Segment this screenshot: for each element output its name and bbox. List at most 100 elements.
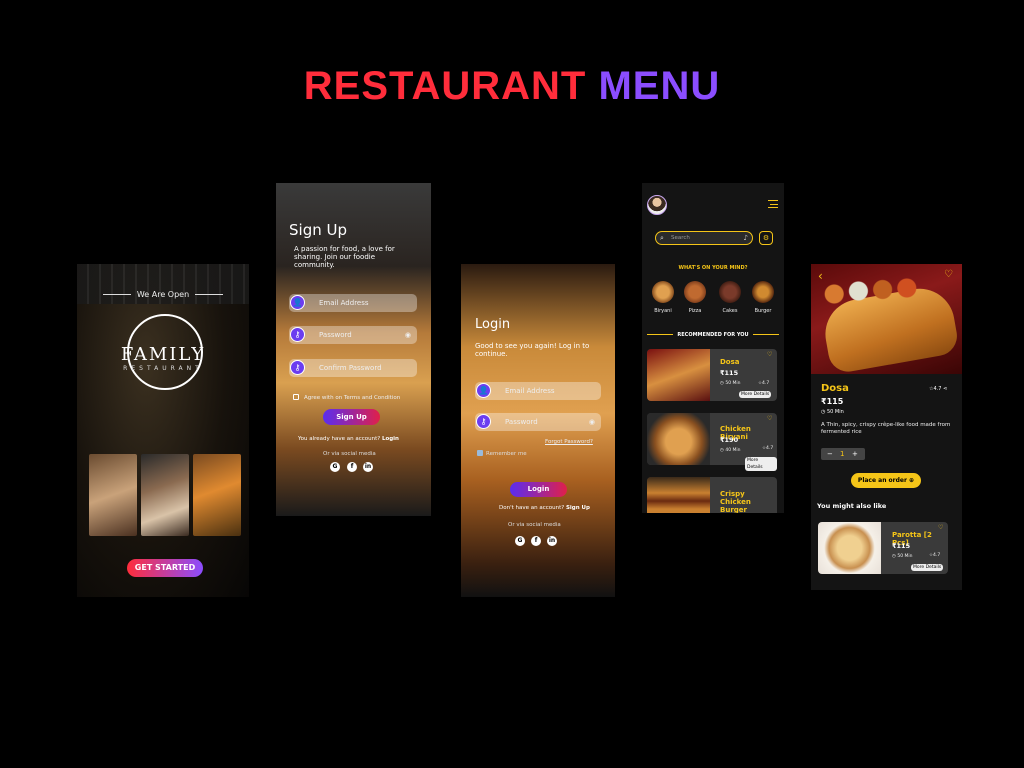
food-price: ₹115 (892, 542, 911, 550)
search-input[interactable]: ⌕ Search ♪ (655, 231, 753, 245)
or-via-social: Or via social media (323, 451, 376, 457)
search-icon: ⌕ (660, 234, 664, 242)
rating-value: 4.7 (762, 381, 770, 386)
title-menu: MENU (598, 64, 721, 108)
agree-label: Agree with on Terms and Condition (304, 395, 401, 401)
category-biryani[interactable]: Biryani (650, 281, 676, 314)
prep-time: ◷ 50 Min (821, 409, 844, 415)
signup-link[interactable]: Sign Up (566, 505, 590, 511)
detail-screen: ‹ ♡ Dosa ☆4.7 ⋖ ₹115 ◷ 50 Min A Thin, sp… (811, 264, 962, 590)
prep-time-value: 50 Min (826, 409, 844, 415)
rating: ☆4.7 (929, 553, 941, 558)
linkedin-icon[interactable]: in (547, 536, 557, 546)
user-icon: 👤 (476, 383, 491, 398)
get-started-button[interactable]: GET STARTED (127, 559, 203, 577)
confirm-password-field[interactable]: Confirm Password (289, 359, 417, 377)
google-icon[interactable]: G (515, 536, 525, 546)
prep-time-value: 50 Min (897, 554, 913, 559)
back-arrow-icon[interactable]: ‹ (818, 269, 823, 283)
category-pizza[interactable]: Pizza (682, 281, 708, 314)
also-like-heading: You might also like (817, 502, 887, 510)
increment-button[interactable]: + (852, 448, 858, 460)
microphone-icon[interactable]: ♪ (744, 232, 748, 244)
prep-time: ◷ 50 Min (892, 554, 913, 559)
food-name: Dosa (720, 358, 740, 366)
quantity-value: 1 (840, 450, 845, 458)
rating-value: 4.7 (933, 553, 941, 558)
category-cakes[interactable]: Cakes (717, 281, 743, 314)
filter-icon[interactable]: ⚙ (759, 231, 773, 245)
key-icon: ⚷ (290, 360, 305, 375)
login-tagline: Good to see you again! Log in to continu… (475, 342, 590, 358)
dish-price: ₹115 (821, 397, 844, 406)
cake-icon (719, 281, 741, 303)
signup-tagline: A passion for food, a love for sharing. … (294, 245, 395, 269)
mind-heading: WHAT'S ON YOUR MIND? (678, 265, 748, 271)
chutney-bowls-image (821, 276, 931, 306)
cart-icon: ⊕ (909, 477, 915, 484)
linkedin-icon[interactable]: in (363, 462, 373, 472)
eye-icon[interactable]: ◉ (405, 326, 411, 344)
login-heading: Login (475, 317, 511, 332)
facebook-icon[interactable]: f (347, 462, 357, 472)
place-order-button[interactable]: Place an order ⊕ (851, 473, 921, 488)
parotta-image (818, 522, 881, 574)
category-label: Cakes (722, 308, 738, 314)
suggestion-card-parotta[interactable]: ♡ Parotta [2 Pcs] ₹115 ◷ 50 Min ☆4.7 Mor… (818, 522, 948, 574)
email-field[interactable]: Email Address (475, 382, 601, 400)
forgot-password-link[interactable]: Forgot Password? (545, 439, 593, 445)
signup-heading: Sign Up (289, 221, 347, 239)
remember-checkbox[interactable] (477, 450, 483, 456)
page-title: RESTAURANT MENU (0, 64, 1024, 109)
no-account-label: Don't have an account? (499, 505, 565, 511)
heart-icon[interactable]: ♡ (767, 415, 772, 422)
already-label: You already have an account? (298, 436, 381, 442)
avatar[interactable] (647, 195, 667, 215)
home-screen: ⌕ Search ♪ ⚙ WHAT'S ON YOUR MIND? Biryan… (642, 183, 784, 513)
biryani-icon (652, 281, 674, 303)
biryani-image (647, 413, 710, 465)
eye-icon[interactable]: ◉ (589, 413, 595, 431)
google-icon[interactable]: G (330, 462, 340, 472)
user-icon: 👤 (290, 295, 305, 310)
heart-icon[interactable]: ♡ (944, 269, 953, 280)
rating-value: 4.7 (933, 386, 942, 392)
login-button[interactable]: Login (510, 482, 567, 497)
signup-button[interactable]: Sign Up (323, 409, 380, 425)
login-link[interactable]: Login (382, 436, 399, 442)
prep-time: ◷ 40 Min (720, 448, 741, 453)
share-icon[interactable]: ⋖ (943, 386, 947, 392)
quantity-stepper: − 1 + (821, 448, 865, 460)
category-burger[interactable]: Burger (750, 281, 776, 314)
key-icon: ⚷ (290, 327, 305, 342)
heart-icon[interactable]: ♡ (767, 351, 772, 358)
email-field[interactable]: Email Address (289, 294, 417, 312)
password-field[interactable]: Password ◉ (475, 413, 601, 431)
pizza-icon (684, 281, 706, 303)
agree-checkbox[interactable] (293, 394, 299, 400)
hamburger-menu-icon[interactable] (768, 200, 778, 208)
prep-time-value: 50 Min (725, 381, 741, 386)
rating: ☆4.7 (762, 446, 774, 451)
search-placeholder: Search (671, 235, 690, 241)
more-details-button[interactable]: More Details (739, 391, 772, 398)
burger-icon (752, 281, 774, 303)
more-details-button[interactable]: More Details (745, 457, 777, 471)
no-account-text: Don't have an account? Sign Up (499, 505, 590, 511)
password-field[interactable]: Password ◉ (289, 326, 417, 344)
facebook-icon[interactable]: f (531, 536, 541, 546)
food-card-dosa[interactable]: ♡ Dosa ₹115 ◷ 50 Min ☆4.7 More Details (647, 349, 777, 401)
remember-label: Remember me (486, 451, 527, 457)
dish-name: Dosa (821, 383, 849, 394)
hero-image (811, 264, 962, 375)
food-card-burger[interactable]: Crispy Chicken Burger (647, 477, 777, 513)
heart-icon[interactable]: ♡ (938, 524, 943, 531)
decrement-button[interactable]: − (827, 448, 833, 460)
food-name: Crispy Chicken Burger (720, 490, 751, 513)
or-via-social: Or via social media (508, 522, 561, 528)
login-screen: Login Good to see you again! Log in to c… (461, 264, 615, 597)
food-card-biryani[interactable]: ♡ Chicken Biryani ₹190 ◷ 40 Min ☆4.7 Mor… (647, 413, 777, 471)
prep-time: ◷ 50 Min (720, 381, 741, 386)
recommended-heading: RECOMMENDED FOR YOU (642, 332, 784, 338)
more-details-button[interactable]: More Details (911, 564, 944, 571)
